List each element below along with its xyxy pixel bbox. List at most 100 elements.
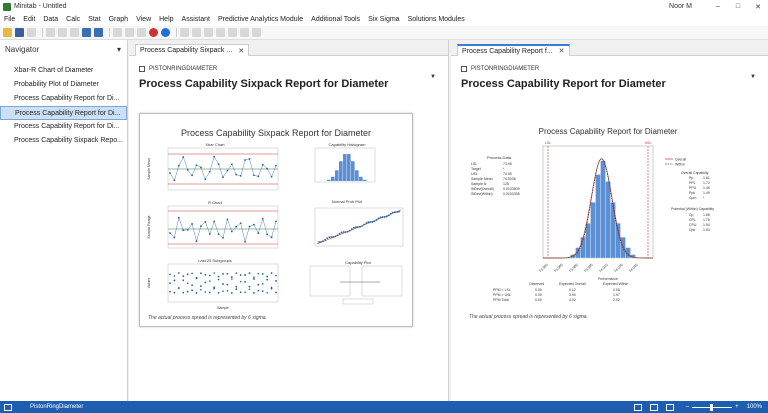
menu-additional-tools[interactable]: Additional Tools — [311, 16, 360, 23]
navigator-item[interactable]: Xbar-R Chart of Diameter — [0, 64, 127, 78]
print-icon[interactable] — [27, 28, 36, 37]
last25-point — [191, 272, 193, 275]
pd-label: USL — [471, 172, 478, 176]
worksheet-icon[interactable] — [113, 28, 122, 37]
normprob-point — [367, 221, 370, 224]
link-icon[interactable] — [228, 28, 237, 37]
last25-point — [226, 283, 229, 286]
menu-graph[interactable]: Graph — [109, 16, 128, 23]
find-icon[interactable] — [125, 28, 134, 37]
options-dropdown-icon[interactable]: ▼ — [750, 74, 756, 80]
last25-point — [169, 273, 171, 276]
output-view-icon[interactable] — [665, 403, 674, 411]
help-icon[interactable] — [161, 28, 170, 37]
brush-icon[interactable] — [180, 28, 189, 37]
mini-hist-bar — [339, 161, 343, 181]
options-dropdown-icon[interactable]: ▼ — [430, 74, 436, 80]
last25-point — [173, 279, 176, 282]
paste-icon[interactable] — [70, 28, 79, 37]
undo-icon[interactable] — [82, 28, 91, 37]
split-view-icon[interactable] — [649, 403, 658, 411]
r-series — [169, 216, 277, 243]
menu-data[interactable]: Data — [43, 16, 58, 23]
save-icon[interactable] — [15, 28, 24, 37]
worksheet-label: PISTONRINGDIAMETER — [129, 66, 448, 72]
crosshair-icon[interactable] — [204, 28, 213, 37]
navigator-panel: Navigator ▾ Xbar-R Chart of Diameter Pro… — [0, 40, 128, 401]
zoom-in-icon[interactable]: + — [735, 404, 739, 410]
menu-edit[interactable]: Edit — [23, 16, 35, 23]
normprob-point — [357, 226, 359, 228]
last25-point — [244, 280, 246, 283]
user-name[interactable]: Noor M — [669, 3, 692, 10]
navigator-item[interactable]: Process Capability Report for Di... — [0, 120, 127, 134]
cancel-icon[interactable] — [149, 28, 158, 37]
mini-hist-bar — [363, 179, 367, 181]
normprob-point — [348, 229, 351, 232]
status-bar: PistonRingDiameter – + 100% — [0, 401, 768, 413]
worksheet-icon[interactable] — [4, 403, 12, 411]
last25-point — [270, 287, 273, 290]
capability-graph[interactable]: Process Capability Report for Diameter P… — [463, 122, 753, 330]
minimize-icon[interactable]: – — [708, 3, 728, 10]
sixpack-graph[interactable]: Process Capability Sixpack Report for Di… — [139, 113, 413, 327]
normprob-point — [373, 220, 376, 223]
menu-six-sigma[interactable]: Six Sigma — [368, 16, 400, 23]
update-graph-icon[interactable] — [240, 28, 249, 37]
active-worksheet[interactable]: PistonRingDiameter — [30, 404, 83, 410]
close-tab-icon[interactable]: ✕ — [559, 47, 565, 55]
cut-icon[interactable] — [46, 28, 55, 37]
histogram-bar — [625, 247, 631, 259]
close-icon[interactable]: ✕ — [748, 3, 768, 11]
menu-solutions-modules[interactable]: Solutions Modules — [408, 16, 465, 23]
oc-label: PPU — [689, 186, 697, 190]
settings-icon[interactable] — [252, 28, 261, 37]
menu-predictive-analytics[interactable]: Predictive Analytics Module — [218, 16, 303, 23]
wc-label: Cp — [689, 213, 694, 217]
last25-point — [200, 288, 202, 291]
mini-hist-bar — [327, 179, 331, 181]
menu-view[interactable]: View — [136, 16, 151, 23]
menu-help[interactable]: Help — [159, 16, 173, 23]
x-tick-label: 74.010 — [598, 263, 608, 273]
menu-stat[interactable]: Stat — [88, 16, 100, 23]
normprob-point — [369, 221, 372, 223]
worksheet-icon — [139, 66, 145, 72]
menu-file[interactable]: File — [4, 16, 15, 23]
within-cap-table: Cp 1.66 CPL 1.78 CPU 1.54 Cpk 1.54 — [689, 213, 710, 232]
normprob-point — [355, 226, 357, 228]
perf-header: Expected Overall — [559, 282, 586, 286]
redo-icon[interactable] — [94, 28, 103, 37]
perf-cell: 3.90 — [569, 293, 576, 297]
navigator-item[interactable]: Process Capability Sixpack Repo... — [0, 134, 127, 148]
normprob-point — [320, 240, 322, 243]
zoom-slider-handle[interactable] — [710, 403, 714, 411]
grid-view-icon[interactable] — [633, 403, 642, 411]
performance-table: Observed Expected Overall Expected Withi… — [493, 282, 628, 302]
maximize-icon[interactable]: □ — [728, 3, 748, 10]
normprob-point — [344, 231, 347, 233]
last25-point — [213, 287, 215, 290]
copy-icon[interactable] — [58, 28, 67, 37]
chevron-down-icon[interactable]: ▾ — [117, 45, 121, 54]
replace-icon[interactable] — [137, 28, 146, 37]
menu-assistant[interactable]: Assistant — [182, 16, 210, 23]
zoom-out-icon[interactable]: – — [686, 404, 689, 410]
navigator-item[interactable]: Process Capability Report for Di... — [0, 92, 127, 106]
last25-point — [186, 282, 189, 285]
capability-title: Process Capability Report for Diameter — [539, 127, 678, 136]
navigator-item[interactable]: Probability Plot of Diameter — [0, 78, 127, 92]
navigator-item-selected[interactable]: Process Capability Report for Di... — [0, 106, 127, 120]
zoom-slider[interactable] — [692, 403, 733, 411]
perf-row-label: PPM > USL — [493, 293, 511, 297]
annotate-icon[interactable] — [216, 28, 225, 37]
menu-calc[interactable]: Calc — [66, 16, 80, 23]
close-tab-icon[interactable]: ✕ — [238, 47, 244, 55]
pd-value: 74.05 — [503, 172, 512, 176]
wc-value: 1.54 — [703, 228, 710, 232]
tab-sixpack-report[interactable]: Process Capability Sixpack ... ✕ — [135, 44, 250, 56]
last25-title: Last 25 Subgroups — [198, 258, 232, 263]
tab-capability-report[interactable]: Process Capability Report f... ✕ — [457, 44, 570, 56]
graph-edit-icon[interactable] — [192, 28, 201, 37]
open-folder-icon[interactable] — [3, 28, 12, 37]
